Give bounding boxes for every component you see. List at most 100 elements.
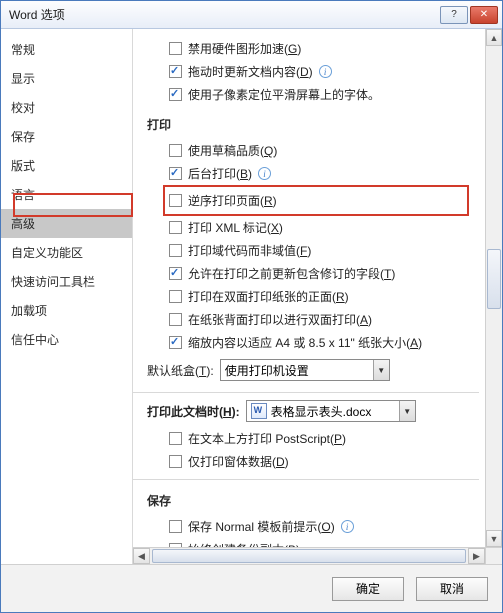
hscroll-track[interactable]	[150, 548, 468, 564]
tray-label: 默认纸盒(T):	[147, 362, 214, 379]
sidebar: 常规 显示 校对 保存 版式 语言 高级 自定义功能区 快速访问工具栏 加载项 …	[1, 29, 133, 564]
info-icon[interactable]: i	[258, 167, 271, 180]
option-label: 允许在打印之前更新包含修订的字段(T)	[188, 265, 395, 282]
reverse-print-highlight: 逆序打印页面(R)	[163, 185, 469, 216]
checkbox[interactable]	[169, 42, 182, 55]
default-tray-combo[interactable]: 使用打印机设置 ▼	[220, 359, 390, 381]
sidebar-item-customize-ribbon[interactable]: 自定义功能区	[1, 238, 132, 267]
ok-button[interactable]: 确定	[332, 577, 404, 601]
sidebar-item-layout[interactable]: 版式	[1, 151, 132, 180]
sidebar-item-trust-center[interactable]: 信任中心	[1, 325, 132, 354]
option-label: 拖动时更新文档内容(D)	[188, 63, 313, 80]
option-label: 禁用硬件图形加速(G)	[188, 40, 301, 57]
option-label: 打印域代码而非域值(F)	[188, 242, 311, 259]
checkbox[interactable]	[169, 336, 182, 349]
opt-background-print: 后台打印(B) i	[169, 162, 479, 185]
option-label: 后台打印(B)	[188, 165, 252, 182]
scroll-up-arrow[interactable]: ▲	[486, 29, 502, 46]
scroll-corner	[485, 547, 502, 564]
content-area: 常规 显示 校对 保存 版式 语言 高级 自定义功能区 快速访问工具栏 加载项 …	[1, 29, 502, 564]
dialog-footer: 确定 取消	[1, 564, 502, 612]
opt-disable-hw-graphics: 禁用硬件图形加速(G)	[169, 37, 479, 60]
scroll-thumb[interactable]	[487, 249, 501, 309]
checkbox[interactable]	[169, 313, 182, 326]
combo-value: 表格显示表头.docx	[271, 403, 372, 420]
option-label: 打印 XML 标记(X)	[188, 219, 283, 236]
print-options: 使用草稿品质(Q) 后台打印(B) i 逆序打印页面(R)	[147, 139, 479, 386]
sidebar-item-proofing[interactable]: 校对	[1, 93, 132, 122]
print-doc-label: 打印此文档时(H):	[147, 403, 240, 420]
sidebar-item-advanced[interactable]: 高级	[1, 209, 132, 238]
print-doc-options: 在文本上方打印 PostScript(P) 仅打印窗体数据(D)	[147, 427, 479, 473]
option-label: 在文本上方打印 PostScript(P)	[188, 430, 346, 447]
cancel-button[interactable]: 取消	[416, 577, 488, 601]
option-label: 使用草稿品质(Q)	[188, 142, 277, 159]
sidebar-item-display[interactable]: 显示	[1, 64, 132, 93]
opt-print-xml: 打印 XML 标记(X)	[169, 216, 479, 239]
titlebar: Word 选项 ? ✕	[1, 1, 502, 29]
sidebar-item-addins[interactable]: 加载项	[1, 296, 132, 325]
info-icon[interactable]: i	[319, 65, 332, 78]
checkbox[interactable]	[169, 221, 182, 234]
sidebar-item-language[interactable]: 语言	[1, 180, 132, 209]
section-save-title: 保存	[147, 482, 479, 515]
word-doc-icon	[251, 403, 267, 419]
word-options-dialog: Word 选项 ? ✕ 常规 显示 校对 保存 版式 语言 高级 自定义功能区 …	[0, 0, 503, 613]
opt-always-backup: 始终创建备份副本(B)	[169, 538, 479, 547]
opt-print-postscript: 在文本上方打印 PostScript(P)	[169, 427, 479, 450]
print-doc-combo[interactable]: 表格显示表头.docx ▼	[246, 400, 416, 422]
opt-prompt-normal: 保存 Normal 模板前提示(O) i	[169, 515, 479, 538]
opt-allow-update-tracked: 允许在打印之前更新包含修订的字段(T)	[169, 262, 479, 285]
opt-subpixel-font: 使用子像素定位平滑屏幕上的字体。	[169, 83, 479, 106]
checkbox[interactable]	[169, 244, 182, 257]
checkbox[interactable]	[169, 455, 182, 468]
opt-scale-a4: 缩放内容以适应 A4 或 8.5 x 11" 纸张大小(A)	[169, 331, 479, 354]
titlebar-buttons: ? ✕	[440, 6, 498, 24]
checkbox[interactable]	[169, 65, 182, 78]
print-doc-header: 打印此文档时(H): 表格显示表头.docx ▼	[147, 395, 479, 427]
sidebar-item-save[interactable]: 保存	[1, 122, 132, 151]
checkbox[interactable]	[169, 194, 182, 207]
divider	[133, 479, 479, 480]
default-tray-row: 默认纸盒(T): 使用打印机设置 ▼	[147, 354, 479, 386]
scroll-thumb[interactable]	[152, 549, 466, 563]
option-label: 使用子像素定位平滑屏幕上的字体。	[188, 86, 380, 103]
vertical-scrollbar[interactable]: ▲ ▼	[485, 29, 502, 547]
opt-update-content-drag: 拖动时更新文档内容(D) i	[169, 60, 479, 83]
chevron-down-icon[interactable]: ▼	[399, 401, 415, 421]
opt-print-form-data: 仅打印窗体数据(D)	[169, 450, 479, 473]
option-label: 保存 Normal 模板前提示(O)	[188, 518, 335, 535]
opt-print-front-duplex: 打印在双面打印纸张的正面(R)	[169, 285, 479, 308]
combo-value: 使用打印机设置	[225, 362, 309, 379]
checkbox[interactable]	[169, 432, 182, 445]
horizontal-scrollbar[interactable]: ◀ ▶	[133, 547, 485, 564]
save-options: 保存 Normal 模板前提示(O) i 始终创建备份副本(B)	[147, 515, 479, 547]
opt-draft-quality: 使用草稿品质(Q)	[169, 139, 479, 162]
sidebar-item-quick-access[interactable]: 快速访问工具栏	[1, 267, 132, 296]
dialog-title: Word 选项	[9, 6, 440, 23]
scroll-left-arrow[interactable]: ◀	[133, 548, 150, 564]
option-label: 逆序打印页面(R)	[188, 192, 277, 209]
checkbox[interactable]	[169, 167, 182, 180]
checkbox[interactable]	[169, 267, 182, 280]
option-label: 缩放内容以适应 A4 或 8.5 x 11" 纸张大小(A)	[188, 334, 422, 351]
option-label: 在纸张背面打印以进行双面打印(A)	[188, 311, 372, 328]
checkbox[interactable]	[169, 144, 182, 157]
sidebar-item-general[interactable]: 常规	[1, 35, 132, 64]
close-button[interactable]: ✕	[470, 6, 498, 24]
main-panel: 禁用硬件图形加速(G) 拖动时更新文档内容(D) i 使用子像素定位平滑屏幕上的…	[133, 29, 502, 564]
divider	[133, 392, 479, 393]
checkbox[interactable]	[169, 290, 182, 303]
info-icon[interactable]: i	[341, 520, 354, 533]
scroll-right-arrow[interactable]: ▶	[468, 548, 485, 564]
scroll-down-arrow[interactable]: ▼	[486, 530, 502, 547]
chevron-down-icon[interactable]: ▼	[373, 360, 389, 380]
option-label: 打印在双面打印纸张的正面(R)	[188, 288, 349, 305]
opt-print-field-codes: 打印域代码而非域值(F)	[169, 239, 479, 262]
checkbox[interactable]	[169, 520, 182, 533]
top-options: 禁用硬件图形加速(G) 拖动时更新文档内容(D) i 使用子像素定位平滑屏幕上的…	[147, 37, 479, 106]
section-print-title: 打印	[147, 106, 479, 139]
opt-reverse-print: 逆序打印页面(R)	[169, 189, 463, 212]
help-button[interactable]: ?	[440, 6, 468, 24]
checkbox[interactable]	[169, 88, 182, 101]
